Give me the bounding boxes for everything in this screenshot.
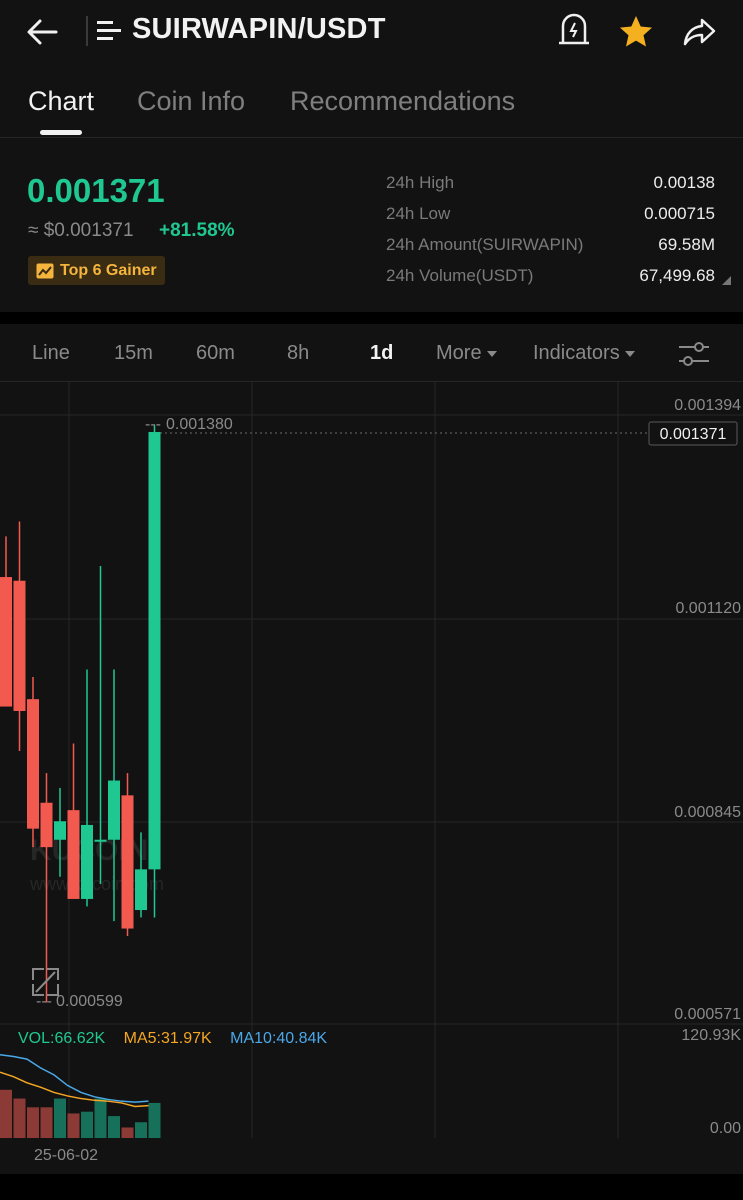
indicators-label: Indicators	[533, 342, 620, 364]
volume-bar	[67, 1113, 80, 1138]
tab-bar: Chart Coin Info Recommendations	[0, 76, 743, 138]
market-list-button[interactable]	[96, 18, 122, 44]
ma10-line	[0, 1053, 149, 1103]
price-tick-label: 0.000845	[674, 804, 741, 821]
candle-body	[81, 824, 93, 899]
chart-grid	[0, 382, 743, 1138]
indicators-dropdown[interactable]: Indicators	[533, 342, 635, 365]
chevron-down-icon	[624, 350, 635, 357]
price-tick-label: 0.000571	[674, 1006, 741, 1023]
volume-bar	[40, 1107, 53, 1138]
candle-body	[108, 780, 120, 840]
ma5-legend-value: MA5:31.97K	[123, 1030, 212, 1047]
price-summary: 0.001371 ≈ $0.001371 +81.58% Top 6 Gaine…	[0, 140, 743, 312]
star-icon	[620, 16, 652, 47]
chart-settings-button[interactable]	[676, 340, 712, 368]
chart-toolbar: Line 15m 60m 8h 1d More Indicators	[0, 324, 743, 382]
price-alert-button[interactable]	[556, 12, 592, 50]
volume-bar	[54, 1098, 66, 1138]
more-label: More	[436, 342, 482, 364]
volume-bar	[81, 1111, 93, 1138]
timeframe-1d[interactable]: 1d	[370, 342, 393, 365]
high-marker-dash: ---	[145, 416, 161, 433]
stat-value-low: 0.000715	[644, 204, 715, 223]
volume-legend: VOL:66.62K MA5:31.97K MA10:40.84K	[18, 1030, 341, 1048]
volume-bar	[94, 1098, 107, 1138]
price-tick-label: 0.001394	[674, 397, 741, 414]
low-marker: 0.000599	[56, 993, 123, 1010]
candle-body	[54, 821, 66, 840]
gainer-badge-label: Top 6 Gainer	[60, 261, 157, 279]
top-bar: SUIRWAPIN/USDT	[0, 0, 743, 64]
stat-value-volume: 67,499.68	[639, 266, 715, 285]
tab-recommendations[interactable]: Recommendations	[290, 86, 515, 117]
candle-body	[148, 432, 161, 870]
tab-chart[interactable]: Chart	[28, 86, 94, 117]
stat-label-amount: 24h Amount(SUIRWAPIN)	[386, 235, 584, 254]
volume-bar	[27, 1107, 39, 1138]
current-price-tag: 0.001371	[660, 426, 727, 443]
candle-body	[94, 839, 107, 842]
price-tick-label: 0.001120	[675, 600, 741, 617]
corner-triangle-icon	[722, 276, 731, 285]
stat-value-high: 0.00138	[653, 173, 715, 192]
candle-body	[67, 810, 80, 899]
pair-title[interactable]: SUIRWAPIN/USDT	[132, 13, 386, 46]
volume-bar	[13, 1098, 26, 1138]
candle-body	[135, 869, 147, 911]
favorite-button[interactable]	[616, 12, 656, 52]
share-icon	[683, 18, 716, 46]
stat-label-high: 24h High	[386, 173, 455, 192]
tab-coin-info[interactable]: Coin Info	[137, 86, 245, 117]
bottom-strip	[0, 1174, 743, 1200]
chart-canvas[interactable]: KUCOIN www.kucoin.com --- 0.001380 --- 0…	[0, 382, 743, 1174]
timeframe-15m[interactable]: 15m	[114, 342, 153, 365]
volume-series	[0, 1089, 161, 1138]
volume-bar	[0, 1089, 12, 1138]
stat-value-amount: 69.58M	[658, 235, 715, 254]
high-marker: 0.001380	[166, 416, 233, 433]
more-dropdown[interactable]: More	[436, 342, 497, 365]
vol-legend-value: VOL:66.62K	[18, 1030, 106, 1047]
share-button[interactable]	[680, 12, 720, 52]
volume-tick-label: 120.93K	[681, 1027, 741, 1044]
timeframe-60m[interactable]: 60m	[196, 342, 235, 365]
ma10-legend-value: MA10:40.84K	[230, 1030, 328, 1047]
volume-bar	[121, 1127, 134, 1138]
back-arrow-icon	[27, 19, 58, 45]
chevron-down-icon	[486, 350, 497, 357]
sliders-icon	[679, 342, 709, 366]
kline-chart[interactable]: KUCOIN www.kucoin.com --- 0.001380 --- 0…	[0, 382, 743, 1174]
back-button[interactable]	[22, 14, 62, 50]
candle-body	[27, 699, 39, 829]
candle-body	[0, 577, 12, 707]
volume-tick-label: 0.00	[710, 1120, 741, 1137]
usd-price: ≈ $0.001371	[28, 220, 134, 241]
last-price: 0.001371	[27, 172, 165, 209]
section-divider	[0, 312, 743, 324]
timeframe-8h[interactable]: 8h	[287, 342, 309, 365]
candle-body	[40, 802, 53, 848]
volume-bar	[108, 1116, 120, 1138]
volume-bar	[135, 1122, 147, 1138]
trend-up-icon	[36, 263, 54, 278]
gainer-badge[interactable]: Top 6 Gainer	[28, 256, 165, 285]
price-alert-icon	[559, 13, 589, 45]
timeframe-line[interactable]: Line	[32, 342, 70, 365]
active-tab-indicator	[40, 130, 82, 135]
change-percent: +81.58%	[159, 220, 235, 241]
candle-body	[13, 580, 26, 711]
candlestick-series	[0, 425, 161, 1003]
fullscreen-icon[interactable]	[32, 968, 59, 996]
header-divider	[86, 16, 88, 46]
menu-icon	[97, 21, 121, 40]
date-label: 25-06-02	[34, 1147, 98, 1164]
volume-bar	[148, 1102, 161, 1138]
candle-body	[121, 795, 134, 929]
stat-label-low: 24h Low	[386, 204, 451, 223]
stat-label-volume: 24h Volume(USDT)	[386, 266, 534, 285]
